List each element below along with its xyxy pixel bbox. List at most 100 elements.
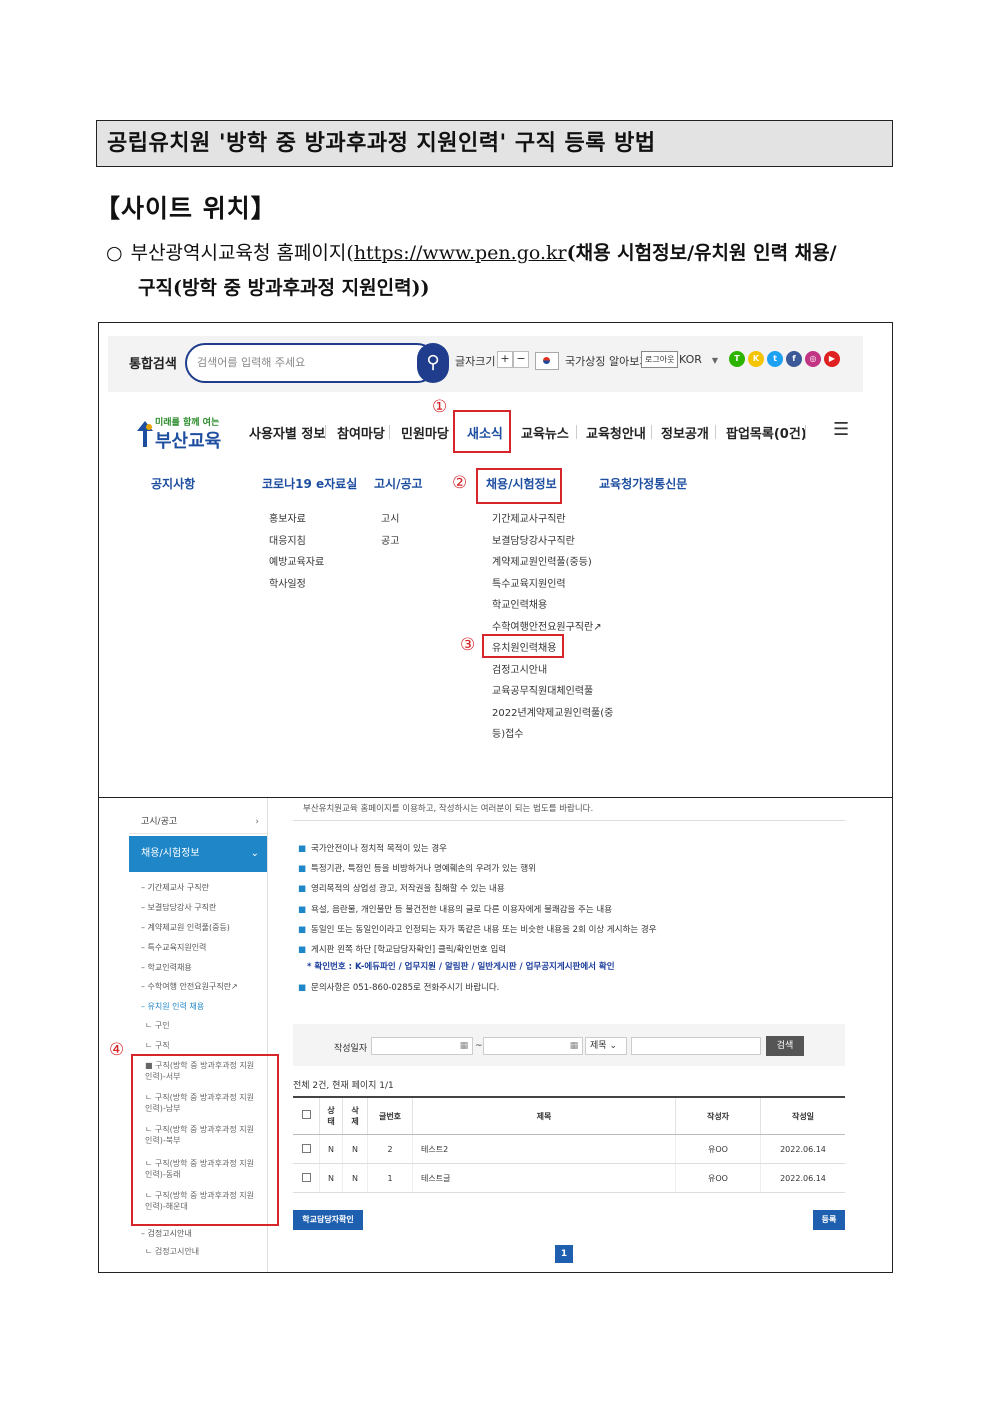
checkbox-icon[interactable] bbox=[301, 1143, 311, 1153]
sidebar-sub-item[interactable]: – 보결담당강사 구직란 bbox=[129, 902, 267, 913]
search-button[interactable]: 검색 bbox=[766, 1036, 804, 1056]
select-all-checkbox[interactable] bbox=[293, 1096, 320, 1135]
square-bullet-icon: ■ bbox=[298, 884, 307, 894]
submenu-item[interactable]: 예방교육자료 bbox=[269, 553, 324, 568]
talk-icon[interactable]: T bbox=[729, 351, 745, 367]
notice-confirm-number: * 확인번호 : K-에듀파인 / 업무지원 / 알림판 / 일반게시판 / 업… bbox=[307, 962, 615, 972]
notice-item: ■ 영리목적의 상업성 광고, 저작권을 침해할 수 있는 내용 bbox=[298, 882, 505, 894]
notice-text: 게시판 왼쪽 하단 [학교담당자확인] 클릭/확인번호 입력 bbox=[311, 945, 507, 955]
sidebar-item-recruitment[interactable]: 채용/시험정보 ⌄ bbox=[129, 836, 267, 872]
calendar-icon[interactable]: ▦ bbox=[457, 1037, 471, 1055]
sidebar-sub-item[interactable]: – 계약제교원 인력풀(중등) bbox=[129, 922, 267, 933]
search-button[interactable]: ⚲ bbox=[417, 343, 449, 383]
national-symbol-link[interactable]: 국가상징 알아보기 bbox=[565, 353, 649, 369]
sidebar-sub-item-kindergarten[interactable]: – 유치원 인력 채용 bbox=[129, 1001, 267, 1012]
square-bullet-icon: ■ bbox=[298, 983, 307, 993]
notice-item: ■ 게시판 왼쪽 하단 [학교담당자확인] 클릭/확인번호 입력 bbox=[298, 943, 506, 955]
nav-user-info[interactable]: 사용자별 정보 bbox=[249, 423, 325, 442]
sidebar-sub-item[interactable]: – 기간제교사 구직란 bbox=[129, 882, 267, 893]
register-button[interactable]: 등록 bbox=[813, 1210, 845, 1230]
submenu-notice[interactable]: 공지사항 bbox=[151, 475, 195, 492]
submenu-item[interactable]: 보결담당강사구직란 bbox=[492, 532, 575, 547]
notice-item: ■ 문의사항은 051-860-0285로 전화주시기 바랍니다. bbox=[298, 981, 499, 993]
checkbox-icon[interactable] bbox=[301, 1172, 311, 1182]
instagram-icon[interactable]: ◎ bbox=[805, 351, 821, 367]
row-title-link[interactable]: 테스트2 bbox=[412, 1134, 676, 1164]
chevron-right-icon: › bbox=[255, 817, 259, 827]
screenshot-site-menu: 통합검색 검색어를 입력해 주세요 ⚲ 글자크기 + − 국가상징 알아보기 로… bbox=[98, 322, 893, 798]
logo-mark-icon bbox=[137, 421, 153, 447]
submenu-item[interactable]: 수학여행안전요원구직란↗ bbox=[492, 618, 602, 633]
notice-item: ■ 특정기관, 특정인 등을 비방하거나 명예훼손의 우려가 있는 행위 bbox=[298, 862, 536, 874]
sidebar-sub-item[interactable]: – 학교인력채용 bbox=[129, 962, 267, 973]
language-select[interactable]: KOR ▼ bbox=[679, 353, 718, 366]
nav-education-news[interactable]: 교육뉴스 bbox=[521, 423, 569, 442]
submenu-item-label: 수학여행안전요원구직란 bbox=[492, 622, 594, 633]
checkbox-icon[interactable] bbox=[301, 1110, 311, 1119]
nav-divider bbox=[325, 425, 326, 439]
busan-education-logo[interactable]: 미래를 함께 여는 부산교육 bbox=[137, 415, 227, 455]
sidebar-item-announcement[interactable]: 고시/공고 › bbox=[129, 810, 267, 834]
sidebar-deep-item[interactable]: ㄴ 검정고시안내 bbox=[129, 1246, 257, 1257]
nav-popup-list[interactable]: 팝업목록(0건) bbox=[726, 423, 807, 442]
school-admin-confirm-button[interactable]: 학교담당자확인 bbox=[293, 1210, 363, 1230]
hamburger-menu-icon[interactable]: ☰ bbox=[833, 419, 849, 440]
table-row[interactable]: N N 1 테스트글 유OO 2022.06.14 bbox=[293, 1163, 845, 1193]
submenu-item[interactable]: 홍보자료 bbox=[269, 510, 306, 525]
youtube-icon[interactable]: ▶ bbox=[824, 351, 840, 367]
font-size-label: 글자크기 bbox=[455, 355, 496, 368]
sidebar-sub-item[interactable]: – 특수교육지원인력 bbox=[129, 942, 267, 953]
submenu-item-kindergarten[interactable]: 유치원인력채용 bbox=[492, 639, 556, 654]
submenu-item[interactable]: 등)접수 bbox=[492, 725, 524, 740]
table-row[interactable]: N N 2 테스트2 유OO 2022.06.14 bbox=[293, 1134, 845, 1164]
submenu-recruitment[interactable]: 채용/시험정보 bbox=[486, 475, 557, 492]
table-header-row: 상태 삭제 글번호 제목 작성자 작성일 bbox=[293, 1096, 845, 1135]
nav-participation[interactable]: 참여마당 bbox=[337, 423, 385, 442]
notice-text: 특정기관, 특정인 등을 비방하거나 명예훼손의 우려가 있는 행위 bbox=[311, 864, 536, 874]
row-checkbox[interactable] bbox=[293, 1134, 320, 1164]
nav-civil-service[interactable]: 민원마당 bbox=[401, 423, 449, 442]
sidebar-deep-item[interactable]: ㄴ 구직 bbox=[129, 1040, 257, 1051]
submenu-item[interactable]: 대응지침 bbox=[269, 532, 306, 547]
site-location-text: ○ 부산광역시교육청 홈페이지(https://www.pen.go.kr(채용 … bbox=[106, 236, 906, 306]
keyword-input[interactable] bbox=[631, 1037, 761, 1055]
submenu-item[interactable]: 특수교육지원인력 bbox=[492, 575, 566, 590]
pagination-page-1[interactable]: 1 bbox=[555, 1245, 573, 1263]
chevron-down-icon: ⌄ bbox=[609, 1041, 617, 1051]
submenu-item[interactable]: 교육공무직원대체인력풀 bbox=[492, 682, 593, 697]
submenu-item[interactable]: 기간제교사구직란 bbox=[492, 510, 566, 525]
submenu-item[interactable]: 학사일정 bbox=[269, 575, 306, 590]
search-input[interactable]: 검색어를 입력해 주세요 bbox=[185, 343, 437, 383]
font-decrease-button[interactable]: − bbox=[513, 351, 529, 368]
nav-office-guide[interactable]: 교육청안내 bbox=[586, 423, 646, 442]
facebook-icon[interactable]: f bbox=[786, 351, 802, 367]
submenu-item[interactable]: 공고 bbox=[381, 532, 399, 547]
font-increase-button[interactable]: + bbox=[497, 351, 513, 368]
submenu-newsletter[interactable]: 교육청가정통신문 bbox=[599, 475, 687, 492]
row-title-link[interactable]: 테스트글 bbox=[412, 1163, 676, 1193]
submenu-covid[interactable]: 코로나19 e자료실 bbox=[262, 475, 357, 492]
submenu-item[interactable]: 학교인력채용 bbox=[492, 596, 547, 611]
submenu-item[interactable]: 계약제교원인력풀(중등) bbox=[492, 553, 592, 568]
sidebar-sub-item[interactable]: – 수학여행 안전요원구직란↗ bbox=[129, 981, 267, 992]
cut-off-notice-text: 부산유치원교육 홈페이지를 이용하고, 작성하시는 여러분이 되는 법도를 바랍… bbox=[303, 804, 594, 814]
nav-divider bbox=[576, 425, 577, 439]
date-filter-label: 작성일자 bbox=[334, 1044, 368, 1054]
calendar-icon[interactable]: ▦ bbox=[567, 1037, 581, 1055]
submenu-item[interactable]: 2022년계약제교원인력풀(중 bbox=[492, 704, 613, 719]
submenu-item[interactable]: 고시 bbox=[381, 510, 399, 525]
twitter-icon[interactable]: t bbox=[767, 351, 783, 367]
submenu-item[interactable]: 검정고시안내 bbox=[492, 661, 547, 676]
chevron-down-icon: ▼ bbox=[711, 356, 719, 365]
homepage-link[interactable]: https://www.pen.go.kr bbox=[354, 242, 567, 264]
sidebar-deep-item[interactable]: ㄴ 구인 bbox=[129, 1020, 257, 1031]
sidebar-sub-item[interactable]: – 검정고시안내 bbox=[129, 1228, 267, 1239]
step-3-marker: ③ bbox=[460, 635, 476, 655]
kakao-icon[interactable]: K bbox=[748, 351, 764, 367]
submenu-announcement[interactable]: 고시/공고 bbox=[374, 475, 423, 492]
search-field-select[interactable]: 제목 ⌄ bbox=[585, 1037, 627, 1055]
nav-public-info[interactable]: 정보공개 bbox=[661, 423, 709, 442]
language-value: KOR bbox=[679, 353, 702, 366]
logout-button[interactable]: 로그아웃 bbox=[641, 351, 679, 368]
row-checkbox[interactable] bbox=[293, 1163, 320, 1193]
